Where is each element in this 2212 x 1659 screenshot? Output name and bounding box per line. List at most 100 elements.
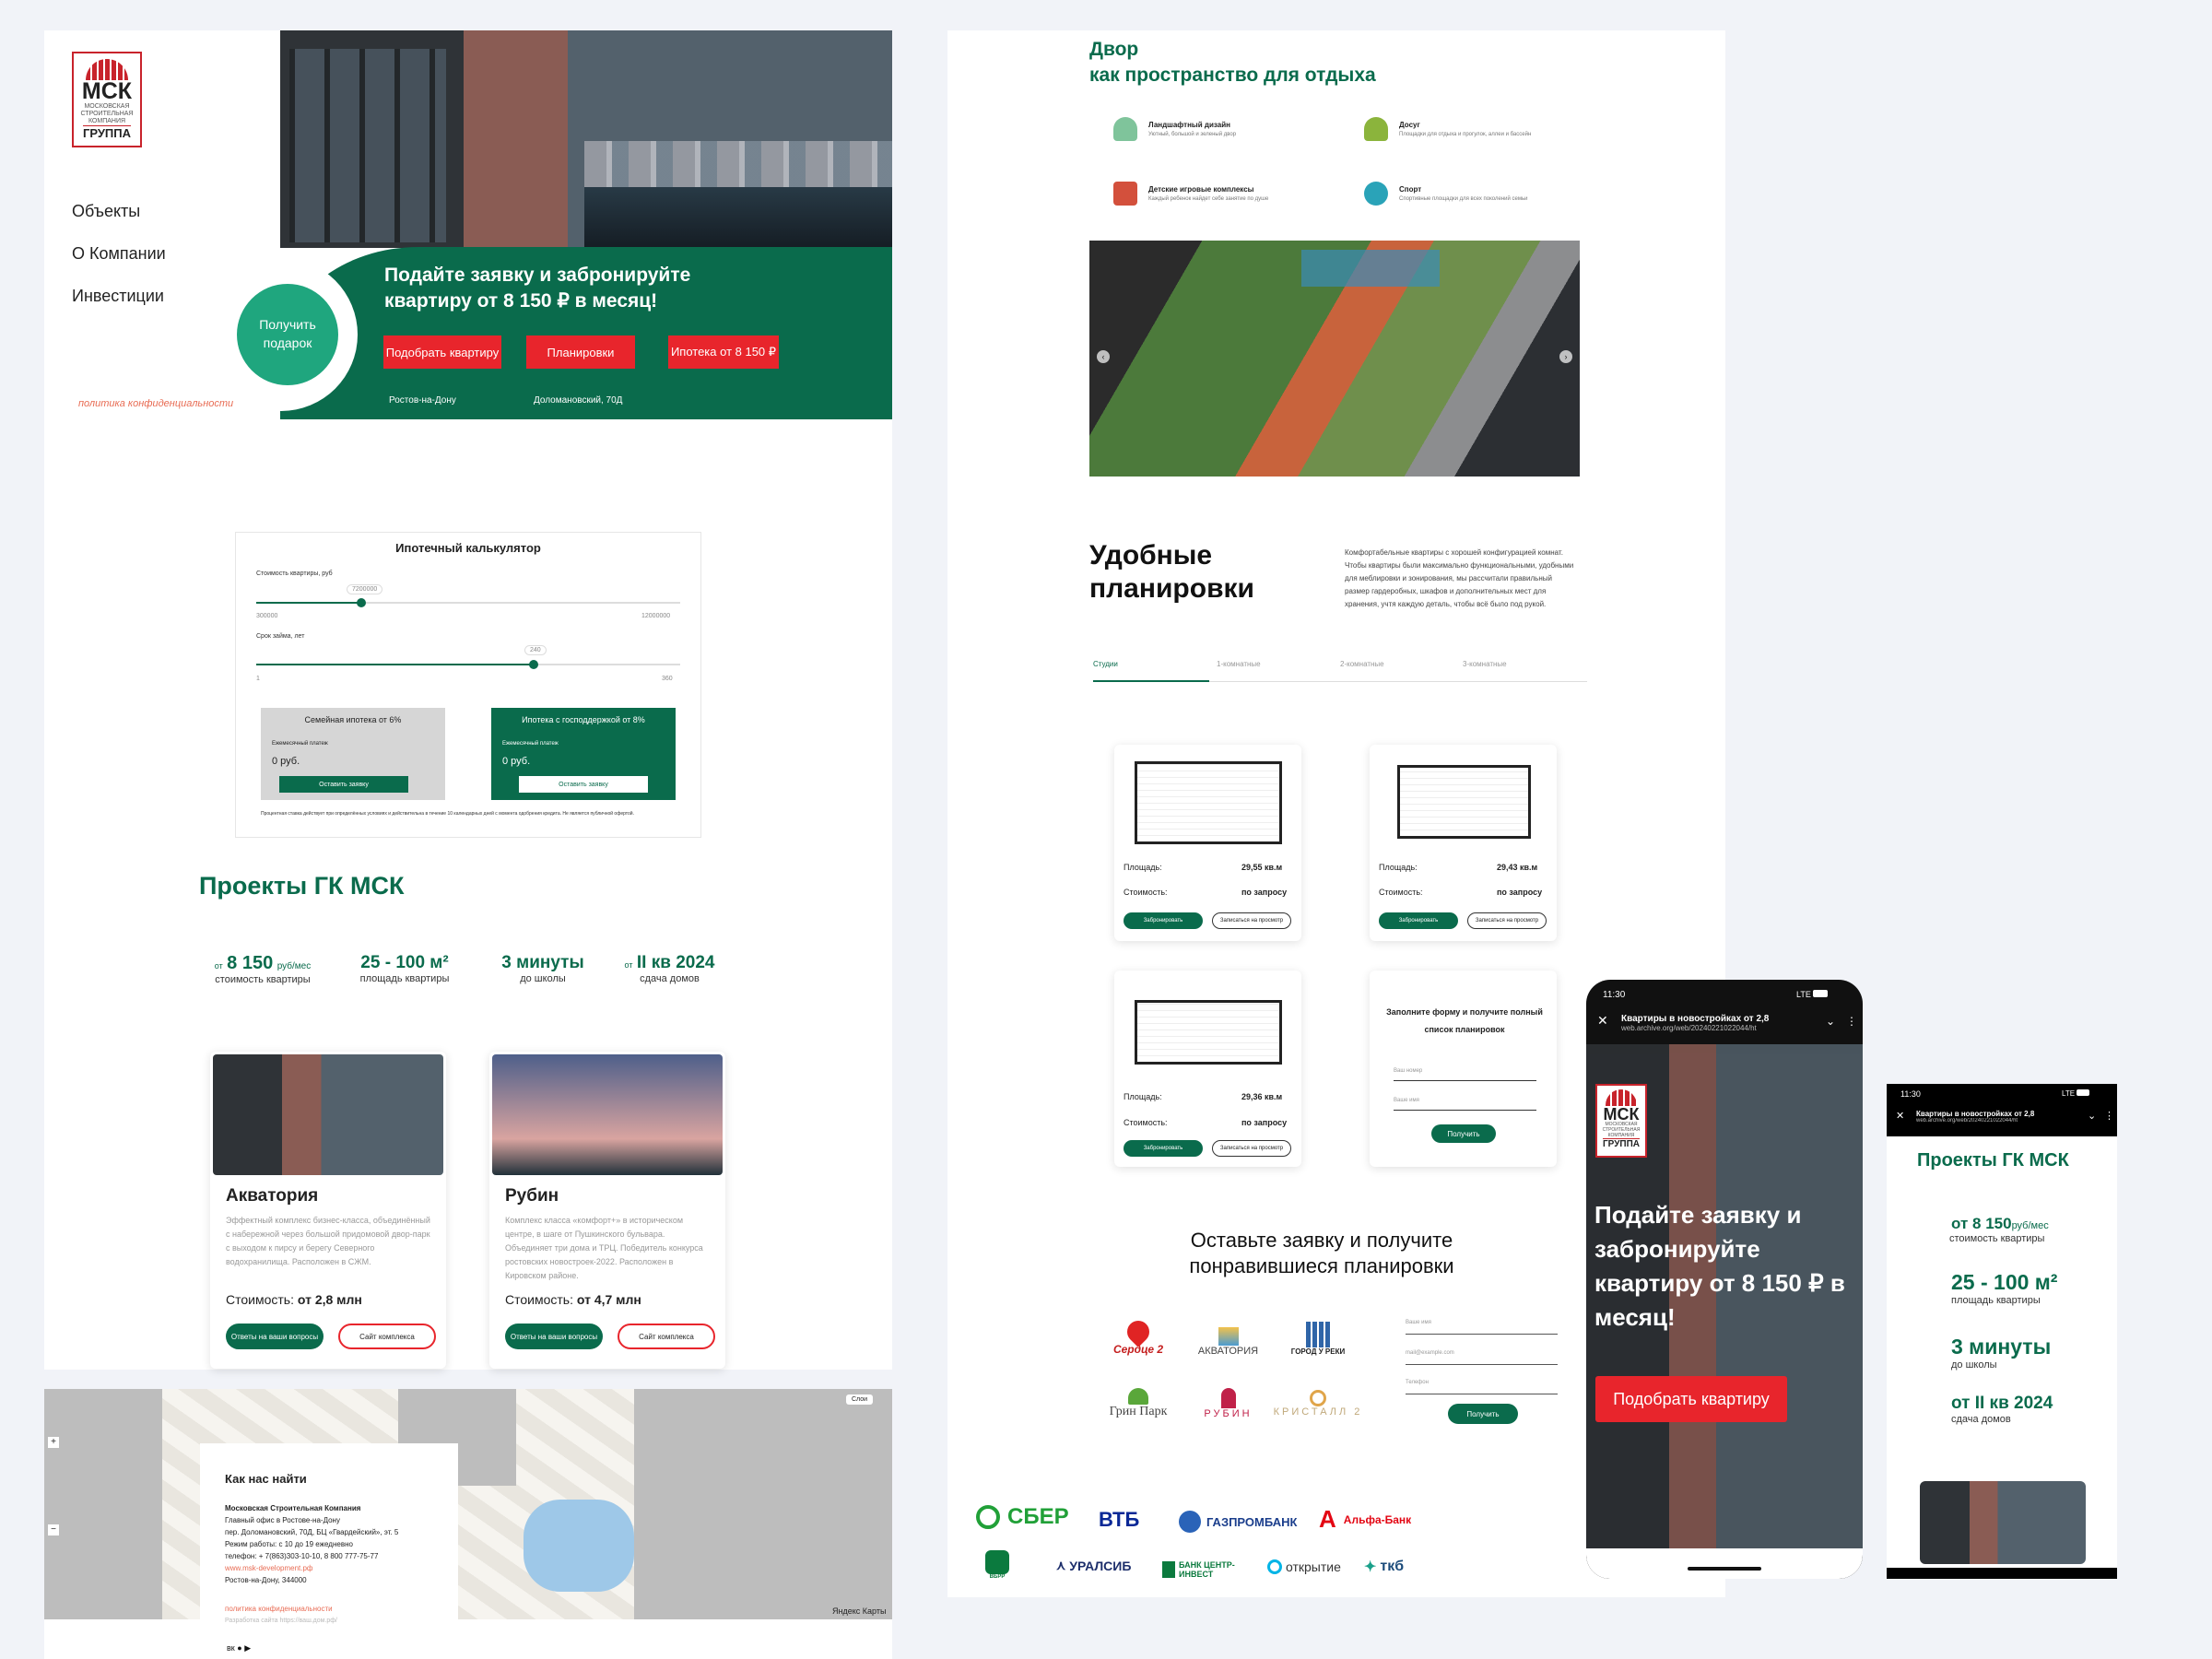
state-mortgage-apply-button[interactable]: Оставить заявку — [519, 776, 648, 793]
cost-slider-handle[interactable] — [357, 598, 366, 607]
yandex-map[interactable]: Слои + − Яндекс Карты — [44, 1389, 892, 1619]
chevron-down-icon[interactable]: ⌄ — [1826, 1015, 1835, 1028]
wave-icon — [1218, 1327, 1239, 1346]
social-icons: вк ● ▶ — [227, 1643, 251, 1653]
mobile-stat-area: 25 - 100 м² площадь квартиры — [1951, 1270, 2058, 1306]
plan-1-view-button[interactable]: Записаться на просмотр — [1212, 912, 1291, 929]
floor-plan-2[interactable] — [1397, 765, 1531, 839]
logo-kristall: КРИСТАЛЛ 2 — [1272, 1390, 1364, 1418]
project-card-akvatoriya: Акватория Эффектный комплекс бизнес-клас… — [210, 1052, 446, 1369]
gallery-next-arrow[interactable]: › — [1559, 350, 1572, 363]
tab-studios[interactable]: Студии — [1093, 660, 1209, 682]
request-name-field[interactable]: Ваше имя — [1406, 1320, 1558, 1335]
logo-gorod-u-reki: ГОРОД У РЕКИ — [1272, 1322, 1364, 1356]
tab-3-room[interactable]: 3-комнатные — [1463, 660, 1507, 668]
nav-company[interactable]: О Компании — [72, 232, 166, 275]
nav-objects[interactable]: Объекты — [72, 190, 166, 232]
map-zoom-in[interactable]: + — [48, 1437, 59, 1448]
projects-title: Проекты ГК МСК — [199, 872, 405, 900]
mobile-project-photo — [1920, 1481, 2086, 1564]
mobile-projects-title: Проекты ГК МСК — [1917, 1150, 2069, 1171]
tab-2-room[interactable]: 2-комнатные — [1340, 660, 1384, 668]
gift-button[interactable]: Получить подарок — [237, 284, 338, 385]
plans-form-submit[interactable]: Получить — [1431, 1124, 1496, 1143]
layouts-button[interactable]: Планировки — [526, 335, 635, 369]
mobile-msk-logo[interactable]: МСК МОСКОВСКАЯ СТРОИТЕЛЬНАЯ КОМПАНИЯ ГРУ… — [1595, 1084, 1647, 1158]
plans-tabs: Студии 1-комнатные 2-комнатные 3-комнатн… — [1093, 660, 1587, 682]
nav-menu: Объекты О Компании Инвестиции — [72, 190, 166, 317]
yard-feature-playground: Детские игровые комплексы Каждый ребенок… — [1113, 182, 1353, 211]
vk-icon[interactable]: вк — [227, 1643, 235, 1653]
vbrr-icon — [985, 1550, 1009, 1574]
mobile-pick-apartment-button[interactable]: Подобрать квартиру — [1595, 1376, 1787, 1422]
kebab-menu-icon-2[interactable]: ⋮ — [2104, 1110, 2114, 1122]
bank-gazprom: ГАЗПРОМБАНК — [1179, 1511, 1297, 1533]
plan-3-view-button[interactable]: Записаться на просмотр — [1212, 1140, 1291, 1157]
chevron-down-icon-2[interactable]: ⌄ — [2088, 1110, 2096, 1122]
akvatoriya-faq-button[interactable]: Ответы на ваши вопросы — [226, 1324, 324, 1349]
request-submit-button[interactable]: Получить — [1448, 1404, 1518, 1424]
request-email-field[interactable]: mail@example.com — [1406, 1350, 1558, 1365]
logo-serdtse: Сердце 2 — [1097, 1316, 1180, 1356]
browser-close-icon-2[interactable]: ✕ — [1896, 1110, 1904, 1122]
plan-card-3: Площадь: 29,36 кв.м Стоимость: по запрос… — [1114, 971, 1301, 1167]
yard-photo[interactable]: ‹ › — [1089, 241, 1580, 477]
dome-icon — [86, 59, 128, 80]
rubin-name: Рубин — [505, 1186, 559, 1206]
family-mortgage-apply-button[interactable]: Оставить заявку — [279, 776, 408, 793]
mortgage-button[interactable]: Ипотека от 8 150 ₽ — [668, 335, 779, 369]
mobile-hero-title: Подайте заявку и забронируйте квартиру о… — [1594, 1201, 1845, 1331]
akvatoriya-name: Акватория — [226, 1186, 319, 1206]
plan-2-book-button[interactable]: Забронировать — [1379, 912, 1458, 929]
browser-close-icon[interactable]: ✕ — [1597, 1013, 1608, 1029]
yandex-maps-brand: Яндекс Карты — [832, 1606, 887, 1616]
ok-icon[interactable]: ● — [237, 1643, 241, 1653]
nav-investments[interactable]: Инвестиции — [72, 275, 166, 317]
uralsib-icon: ⋏ — [1056, 1558, 1066, 1572]
plan-1-book-button[interactable]: Забронировать — [1124, 912, 1203, 929]
akvatoriya-site-button[interactable]: Сайт комплекса — [338, 1324, 436, 1349]
logo-rubin: РУБИН — [1184, 1388, 1272, 1419]
city-icon — [1306, 1322, 1330, 1347]
plans-phone-field[interactable]: Ваш номер — [1394, 1068, 1536, 1081]
request-title: Оставьте заявку и получите понравившиеся… — [1189, 1229, 1454, 1277]
hero-title: Подайте заявку и забронируйте квартиру о… — [384, 265, 691, 312]
bank-tkb: ✦ ткб — [1364, 1559, 1405, 1575]
rubin-faq-button[interactable]: Ответы на ваши вопросы — [505, 1324, 603, 1349]
mobile-screen-projects: 11:30 LTE ✕ Квартиры в новостройках от 2… — [1887, 1084, 2117, 1579]
youtube-icon[interactable]: ▶ — [244, 1643, 251, 1653]
map-layers-button[interactable]: Слои — [846, 1394, 874, 1405]
contacts-site-link[interactable]: www.msk-development.рф — [225, 1562, 398, 1574]
bank-otkritie: открытие — [1267, 1559, 1341, 1574]
plans-name-field[interactable]: Ваше имя — [1394, 1098, 1536, 1111]
otkritie-icon — [1267, 1559, 1282, 1574]
leaf-icon — [1128, 1388, 1148, 1405]
map-zoom-out[interactable]: − — [48, 1524, 59, 1535]
rubin-site-button[interactable]: Сайт комплекса — [618, 1324, 715, 1349]
floor-plan-3[interactable] — [1135, 1000, 1282, 1065]
floor-plan-1[interactable] — [1135, 761, 1282, 844]
gallery-prev-arrow[interactable]: ‹ — [1097, 350, 1110, 363]
stat-area: 25 - 100 м² площадь квартиры — [359, 953, 450, 984]
pick-apartment-button[interactable]: Подобрать квартиру — [383, 335, 501, 369]
mobile-stat-school: 3 минуты до школы — [1951, 1335, 2052, 1371]
plan-3-book-button[interactable]: Забронировать — [1124, 1140, 1203, 1157]
rubin-photo — [492, 1054, 723, 1175]
playground-icon — [1113, 182, 1137, 206]
yard-title: Двор как пространство для отдыха — [1089, 39, 1376, 86]
term-slider-handle[interactable] — [529, 660, 538, 669]
tkb-icon: ✦ — [1364, 1559, 1377, 1575]
privacy-link[interactable]: политика конфиденциальности — [78, 398, 233, 409]
footer-privacy-link[interactable]: политика конфиденциальности — [225, 1605, 333, 1613]
tab-1-room[interactable]: 1-комнатные — [1217, 660, 1261, 668]
msk-logo[interactable]: МСК МОСКОВСКАЯ СТРОИТЕЛЬНАЯ КОМПАНИЯ ГРУ… — [72, 52, 142, 147]
center-invest-icon — [1162, 1561, 1175, 1578]
hero-photo — [280, 30, 892, 248]
rubin-mark-icon — [1220, 1388, 1236, 1408]
yard-feature-landscape: Ландшафтный дизайн Уютный, большой и зел… — [1113, 117, 1353, 147]
mobile-stat-price: от 8 150руб/мес стоимость квартиры — [1949, 1215, 2049, 1244]
stat-delivery: от II кв 2024 сдача домов — [624, 953, 715, 984]
kebab-menu-icon[interactable]: ⋮ — [1846, 1015, 1857, 1028]
plan-2-view-button[interactable]: Записаться на просмотр — [1467, 912, 1547, 929]
request-phone-field[interactable]: Телефон — [1406, 1380, 1558, 1394]
